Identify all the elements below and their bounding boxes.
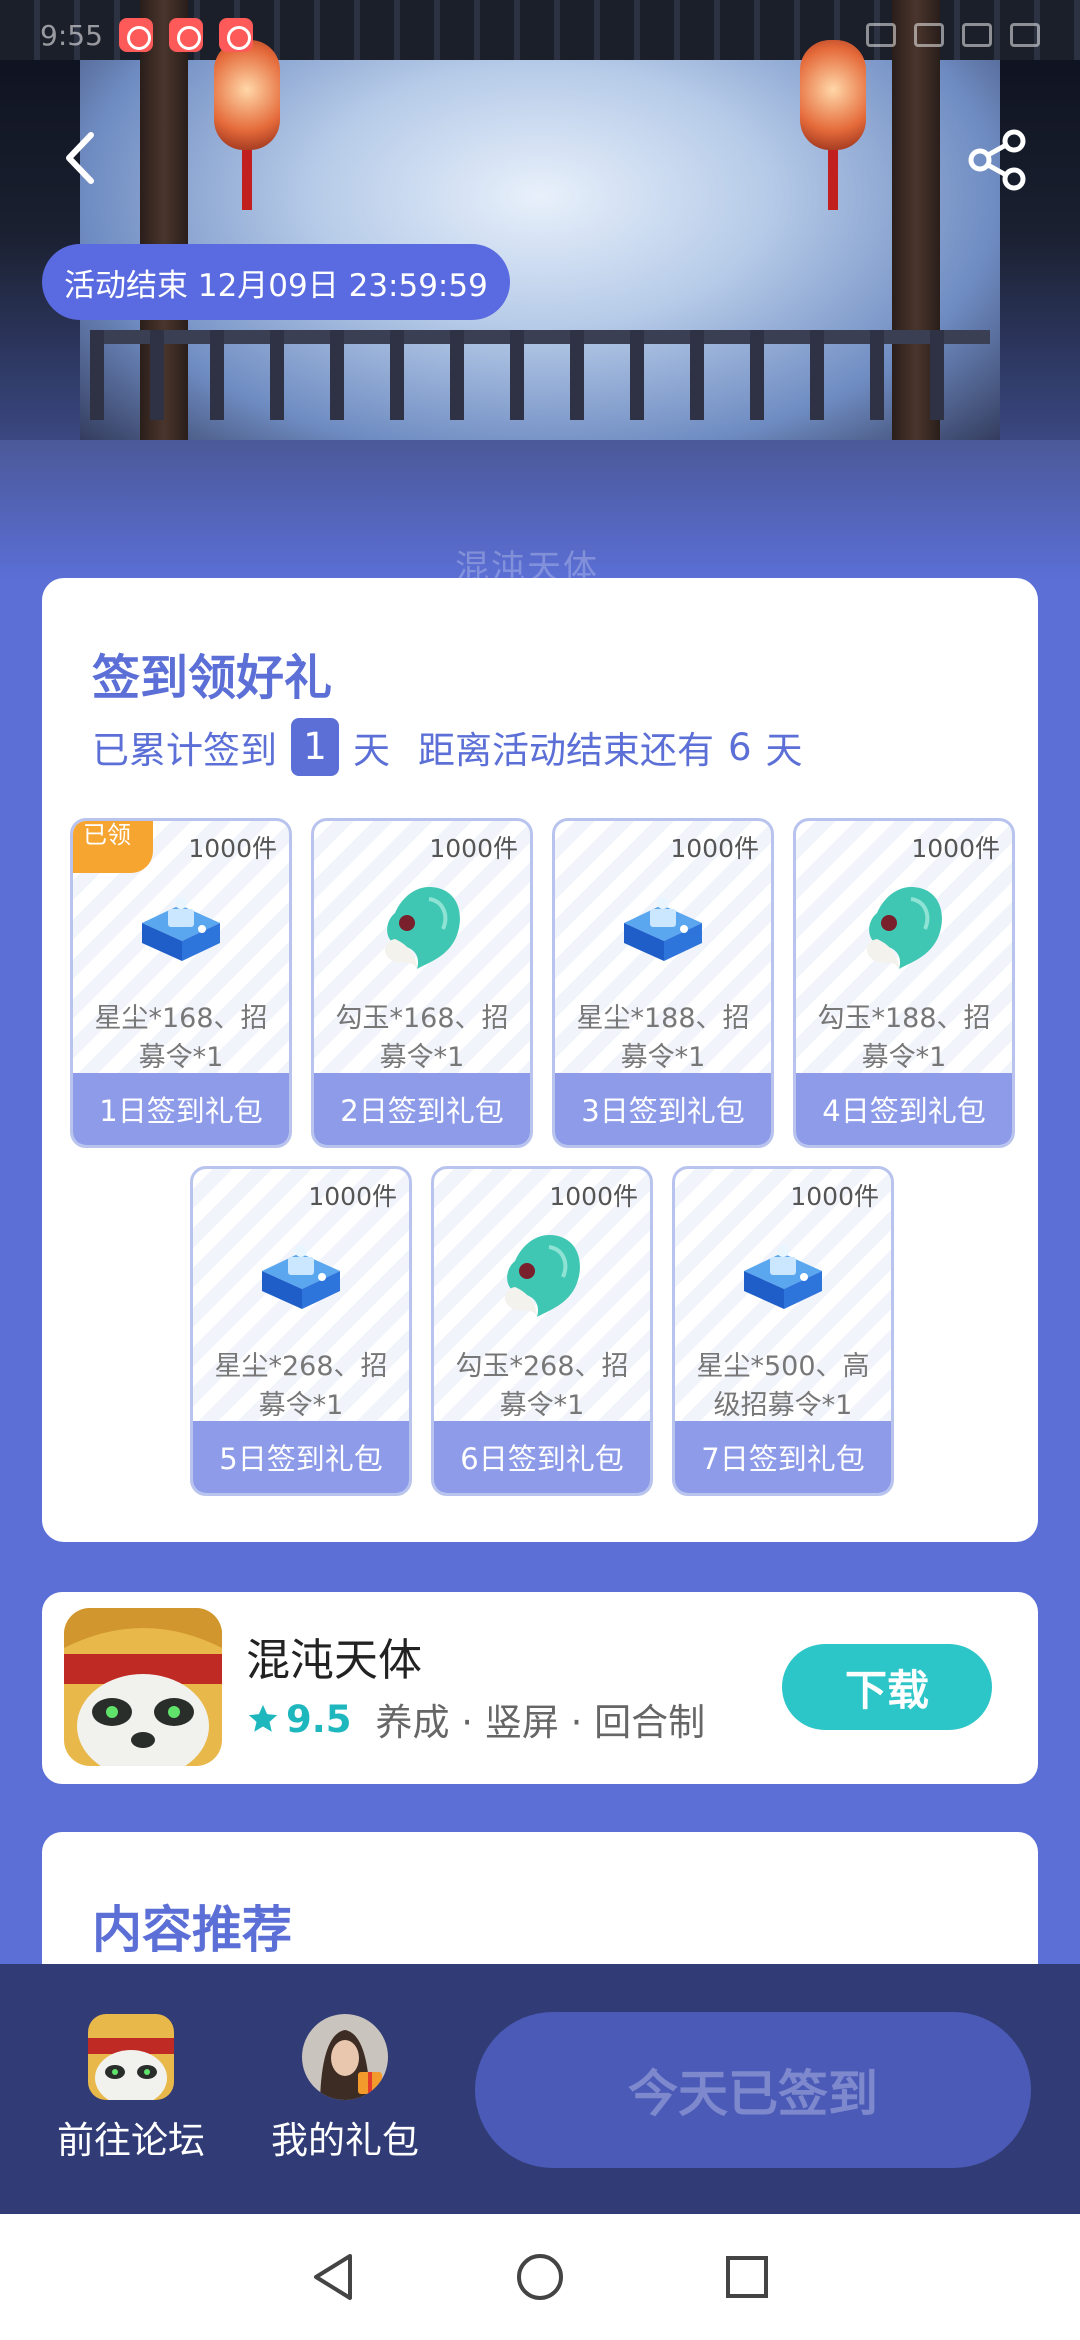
gift-name: 3日签到礼包 <box>555 1073 771 1145</box>
stardust-chest-icon <box>734 1227 832 1325</box>
forum-label: 前往论坛 <box>57 2119 205 2162</box>
gift-name: 2日签到礼包 <box>314 1073 530 1145</box>
magatama-jade-icon <box>373 879 471 977</box>
share-icon <box>968 129 1026 191</box>
gift-package-3[interactable]: 1000件星尘*188、招募令*1 3日签到礼包 <box>552 818 774 1148</box>
magatama-jade-icon <box>493 1227 591 1325</box>
days-signed-badge: 1 <box>291 718 339 776</box>
gift-name: 4日签到礼包 <box>796 1073 1012 1145</box>
gift-contents: 星尘*168、招募令*1 <box>94 1003 268 1073</box>
gift-contents: 星尘*188、招募令*1 <box>576 1003 750 1073</box>
gift-stock: 1000件 <box>670 834 759 863</box>
triangle-back-icon <box>314 2254 353 2300</box>
chevron-left-icon <box>66 132 94 184</box>
battery-icon <box>1010 23 1040 47</box>
gift-name: 1日签到礼包 <box>73 1073 289 1145</box>
notification-icon <box>168 18 203 52</box>
days-signed-unit: 天 <box>353 729 390 772</box>
nav-back-button[interactable] <box>303 2247 363 2307</box>
game-rating: 9.5 <box>286 1697 352 1741</box>
gift-contents: 勾玉*268、招募令*1 <box>455 1351 629 1421</box>
game-card[interactable]: 混沌天体 9.5 养成 · 竖屏 · 回合制 下载 <box>42 1592 1038 1784</box>
left-lantern-tassel <box>242 150 252 210</box>
forum-game-icon <box>88 2014 174 2100</box>
gift-stock: 1000件 <box>790 1182 879 1211</box>
game-meta: 9.5 养成 · 竖屏 · 回合制 <box>246 1692 705 1746</box>
signin-progress: 已累计签到 1 天 距离活动结束还有 6 天 <box>92 718 803 776</box>
signin-card: 签到领好礼 已累计签到 1 天 距离活动结束还有 6 天 已领 1000件 星尘*1… <box>42 578 1038 1542</box>
remaining-prefix: 距离活动结束还有 <box>418 729 714 772</box>
circle-home-icon <box>516 2254 563 2300</box>
gift-contents: 星尘*268、招募令*1 <box>214 1351 388 1421</box>
magatama-jade-icon <box>855 879 953 977</box>
signed-today-button[interactable]: 今天已签到 <box>475 2012 1031 2168</box>
game-app-icon[interactable] <box>64 1608 222 1766</box>
forum-link[interactable]: 前往论坛 <box>36 2014 226 2164</box>
my-gifts-label: 我的礼包 <box>271 2119 419 2162</box>
my-gifts-link[interactable]: 我的礼包 <box>250 2014 440 2164</box>
gift-stock: 1000件 <box>549 1182 638 1211</box>
gift-name: 6日签到礼包 <box>434 1421 650 1493</box>
signal-icon <box>962 23 992 47</box>
star-icon <box>248 1704 278 1732</box>
clock: 9:55 <box>40 18 103 52</box>
gift-package-5[interactable]: 1000件星尘*268、招募令*1 5日签到礼包 <box>190 1166 412 1496</box>
gift-package-7[interactable]: 1000件星尘*500、高级招募令*1 7日签到礼包 <box>672 1166 894 1496</box>
gift-package-4[interactable]: 1000件勾玉*188、招募令*1 4日签到礼包 <box>793 818 1015 1148</box>
square-recents-icon <box>725 2256 768 2298</box>
nfc-icon <box>866 23 896 47</box>
gift-name: 7日签到礼包 <box>675 1421 891 1493</box>
stardust-chest-icon <box>132 879 230 977</box>
right-lantern-tassel <box>828 150 838 210</box>
share-button[interactable] <box>966 128 1030 192</box>
back-button[interactable] <box>50 128 110 188</box>
recommend-title: 内容推荐 <box>92 1901 292 1959</box>
status-bar: 9:55 <box>0 12 1080 58</box>
balcony-railing <box>90 330 990 420</box>
gift-name: 5日签到礼包 <box>193 1421 409 1493</box>
user-avatar <box>302 2014 388 2100</box>
stardust-chest-icon <box>614 879 712 977</box>
download-button[interactable]: 下载 <box>782 1644 992 1730</box>
signin-title: 签到领好礼 <box>92 650 333 706</box>
game-name[interactable]: 混沌天体 <box>246 1624 422 1688</box>
days-remaining: 6 <box>728 725 752 769</box>
stardust-chest-icon <box>252 1227 350 1325</box>
gift-package-6[interactable]: 1000件勾玉*268、招募令*1 6日签到礼包 <box>431 1166 653 1496</box>
gift-contents: 勾玉*168、招募令*1 <box>335 1003 509 1073</box>
gift-contents: 星尘*500、高级招募令*1 <box>696 1351 870 1421</box>
days-remaining-unit: 天 <box>765 729 803 772</box>
gift-package-1[interactable]: 已领 1000件星尘*168、招募令*1 1日签到礼包 <box>70 818 292 1148</box>
notification-icon <box>118 18 153 52</box>
claimed-badge: 已领 <box>73 821 153 873</box>
notification-icon <box>218 18 253 52</box>
progress-prefix: 已累计签到 <box>92 729 277 772</box>
gift-stock: 1000件 <box>429 834 518 863</box>
system-navigation-bar <box>0 2214 1080 2340</box>
activity-end-time: 活动结束 12月09日 23:59:59 <box>42 244 510 320</box>
game-logo-watermark: 混沌天体 <box>455 548 599 580</box>
gift-stock: 1000件 <box>188 834 277 863</box>
gift-stock: 1000件 <box>308 1182 397 1211</box>
gift-package-2[interactable]: 1000件勾玉*168、招募令*1 2日签到礼包 <box>311 818 533 1148</box>
wifi-icon <box>914 23 944 47</box>
game-tags: 养成 · 竖屏 · 回合制 <box>375 1701 706 1744</box>
nav-home-button[interactable] <box>510 2247 570 2307</box>
nav-recents-button[interactable] <box>717 2247 777 2307</box>
gift-contents: 勾玉*188、招募令*1 <box>817 1003 991 1073</box>
gift-stock: 1000件 <box>911 834 1000 863</box>
bottom-action-bar: 前往论坛 我的礼包 今天已签到 <box>0 1964 1080 2214</box>
